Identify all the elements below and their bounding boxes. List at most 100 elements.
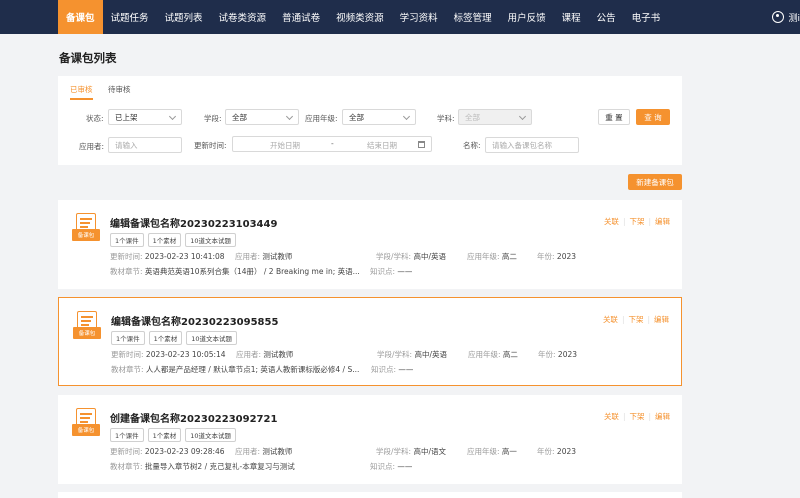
top-nav: 备课包 试题任务 试题列表 试卷类资源 普通试卷 视频类资源 学习资料 标签管理… xyxy=(0,0,800,34)
meta-section-subject: 学段/学科: 高中/语文 xyxy=(376,447,446,456)
badge-courseware: 1个课件 xyxy=(110,233,144,247)
badge-material: 1个素材 xyxy=(147,428,182,442)
nav-item-ebooks[interactable]: 电子书 xyxy=(624,0,669,34)
name-input[interactable]: 请输入备课包名称 xyxy=(485,137,579,153)
meta-user: 应用者: 测试教师 xyxy=(236,350,294,359)
user-icon xyxy=(772,11,785,23)
meta-year: 年份: 2023 xyxy=(537,447,577,456)
nav-item-courses[interactable]: 课程 xyxy=(554,0,589,34)
range-separator: - xyxy=(331,139,334,148)
meta-knowledge: 知识点: —— xyxy=(370,462,413,471)
meta-grade: 应用年级: 高一 xyxy=(467,447,517,456)
card-title[interactable]: 编辑备课包名称20230223103449 xyxy=(110,215,277,230)
user-input[interactable]: 请输入 xyxy=(108,137,182,153)
user-name: 测i xyxy=(788,13,800,24)
package-icon: 备课包 xyxy=(73,311,101,342)
link-button[interactable]: 关联 xyxy=(604,217,619,226)
nav-item-question-task[interactable]: 试题任务 xyxy=(103,0,157,34)
meta-grade: 应用年级: 高二 xyxy=(467,252,517,261)
meta-user: 应用者: 测试教师 xyxy=(235,252,293,261)
package-tag: 备课包 xyxy=(72,424,100,436)
package-icon: 备课包 xyxy=(72,213,100,244)
section-value: 全部 xyxy=(232,112,247,122)
subject-label: 学科: xyxy=(437,114,455,123)
section-label: 学段: xyxy=(204,114,222,123)
chevron-down-icon xyxy=(402,112,411,121)
badge-questions: 10道文本试题 xyxy=(185,428,237,442)
off-shelf-button[interactable]: 下架 xyxy=(629,412,644,421)
query-button[interactable]: 查 询 xyxy=(636,109,670,125)
edit-button[interactable]: 编辑 xyxy=(655,217,670,226)
edit-button[interactable]: 编辑 xyxy=(655,412,670,421)
start-date-input[interactable]: 开始日期 xyxy=(270,140,300,151)
meta-year: 年份: 2023 xyxy=(537,252,577,261)
meta-section-subject: 学段/学科: 高中/英语 xyxy=(376,252,446,261)
tab-approved[interactable]: 已审核 xyxy=(70,84,93,100)
nav-item-normal-paper[interactable]: 普通试卷 xyxy=(274,0,328,34)
badge-material: 1个素材 xyxy=(148,331,183,345)
filter-panel: 已审核 待审核 状态: 已上架 学段: 全部 应用年级: 全部 学科: 全部 重… xyxy=(58,76,682,165)
meta-grade: 应用年级: 高二 xyxy=(468,350,518,359)
nav-item-announcements[interactable]: 公告 xyxy=(589,0,624,34)
package-card[interactable]: 备课包 编辑备课包名称20230223095855 1个课件 1个素材 10道文… xyxy=(58,297,682,386)
link-button[interactable]: 关联 xyxy=(604,412,619,421)
card-actions: 关联 | 下架 | 编辑 xyxy=(603,412,670,421)
edit-button[interactable]: 编辑 xyxy=(654,315,669,324)
meta-chapter: 教材章节: 英语典范英语10系列合集（14册） / 2 Breaking me … xyxy=(110,267,360,276)
meta-year: 年份: 2023 xyxy=(538,350,578,359)
meta-updated: 更新时间: 2023-02-23 10:41:08 xyxy=(110,252,225,261)
page-title: 备课包列表 xyxy=(59,51,117,65)
package-card[interactable]: 备课包 编辑备课包名称20230223103449 1个课件 1个素材 10道文… xyxy=(58,200,682,289)
meta-section-subject: 学段/学科: 高中/英语 xyxy=(377,350,447,359)
nav-item-lesson-package[interactable]: 备课包 xyxy=(58,0,103,34)
end-date-input[interactable]: 结束日期 xyxy=(367,140,397,151)
chevron-down-icon xyxy=(285,112,294,121)
nav-item-paper-resources[interactable]: 试卷类资源 xyxy=(211,0,275,34)
off-shelf-button[interactable]: 下架 xyxy=(629,217,644,226)
card-actions: 关联 | 下架 | 编辑 xyxy=(602,315,669,324)
meta-knowledge: 知识点: —— xyxy=(370,267,413,276)
package-card[interactable]: 备课包 创建备课包名称20230223092721 1个课件 1个素材 10道文… xyxy=(58,395,682,484)
date-range-picker[interactable]: 开始日期 - 结束日期 xyxy=(232,136,432,152)
badge-courseware: 1个课件 xyxy=(110,428,144,442)
off-shelf-button[interactable]: 下架 xyxy=(628,315,643,324)
meta-knowledge: 知识点: —— xyxy=(371,365,414,374)
badge-material: 1个素材 xyxy=(147,233,182,247)
meta-updated: 更新时间: 2023-02-23 10:05:14 xyxy=(111,350,226,359)
nav-item-study-materials[interactable]: 学习资料 xyxy=(392,0,446,34)
card-title[interactable]: 创建备课包名称20230223092721 xyxy=(110,410,277,425)
subject-select[interactable]: 全部 xyxy=(458,109,532,125)
nav-item-tag-management[interactable]: 标签管理 xyxy=(446,0,500,34)
link-button[interactable]: 关联 xyxy=(603,315,618,324)
nav-item-user-feedback[interactable]: 用户反馈 xyxy=(500,0,554,34)
nav-item-question-list[interactable]: 试题列表 xyxy=(157,0,211,34)
subject-value: 全部 xyxy=(465,112,480,122)
card-actions: 关联 | 下架 | 编辑 xyxy=(603,217,670,226)
name-label: 名称: xyxy=(463,141,481,150)
section-select[interactable]: 全部 xyxy=(225,109,299,125)
package-tag: 备课包 xyxy=(72,229,100,241)
grade-label: 应用年级: xyxy=(305,114,338,123)
status-value: 已上架 xyxy=(115,112,138,122)
grade-select[interactable]: 全部 xyxy=(342,109,416,125)
badge-questions: 10道文本试题 xyxy=(186,331,238,345)
chevron-down-icon xyxy=(518,112,527,121)
meta-updated: 更新时间: 2023-02-23 09:28:46 xyxy=(110,447,225,456)
nav-item-video-resources[interactable]: 视频类资源 xyxy=(328,0,392,34)
badge-questions: 10道文本试题 xyxy=(185,233,237,247)
package-tag: 备课包 xyxy=(73,327,101,339)
tab-pending[interactable]: 待审核 xyxy=(108,84,131,95)
user-label: 应用者: xyxy=(79,142,105,151)
card-title[interactable]: 编辑备课包名称20230223095855 xyxy=(111,313,278,328)
chevron-down-icon xyxy=(168,112,177,121)
reset-button[interactable]: 重 置 xyxy=(598,109,630,125)
user-menu[interactable]: 测i xyxy=(772,0,800,34)
meta-user: 应用者: 测试教师 xyxy=(235,447,293,456)
meta-chapter: 教材章节: 批量导入章节树2 / 克己复礼-本章复习与测试 xyxy=(110,462,295,471)
package-icon: 备课包 xyxy=(72,408,100,439)
badge-courseware: 1个课件 xyxy=(111,331,145,345)
status-select[interactable]: 已上架 xyxy=(108,109,182,125)
time-label: 更新时间: xyxy=(194,141,227,150)
new-package-button[interactable]: 新建备课包 xyxy=(628,174,682,190)
grade-value: 全部 xyxy=(349,112,364,122)
